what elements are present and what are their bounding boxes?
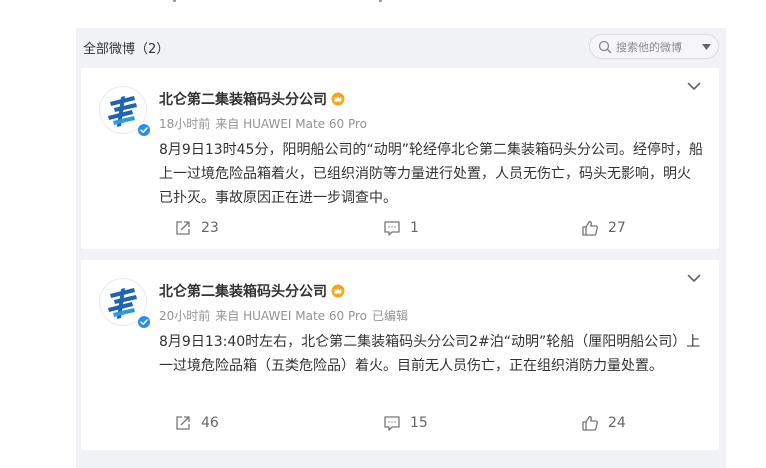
verified-badge-icon	[137, 123, 151, 137]
post-meta: 20小时前 来自 HUAWEI Mate 60 Pro 已编辑	[159, 307, 413, 324]
post-source: 来自 HUAWEI Mate 60 Pro	[215, 117, 367, 131]
post-actions: 46 15 24	[81, 411, 719, 435]
feed-filter-bar: 全部微博（2）	[76, 28, 726, 64]
share-icon	[176, 221, 190, 235]
chevron-down-icon[interactable]	[687, 274, 701, 283]
comment-icon	[384, 221, 400, 236]
like-icon	[582, 220, 598, 236]
crown-icon	[331, 92, 345, 106]
scroll-remnant-mark	[173, 0, 176, 2]
search-icon	[598, 40, 612, 54]
post-time[interactable]: 18小时前	[159, 117, 210, 131]
post-card: 北仑第二集装箱码头分公司 18小时前 来自 HUAWEI Mate 60 Pro …	[81, 68, 719, 249]
all-posts-title[interactable]: 全部微博（2）	[83, 38, 169, 57]
search-input[interactable]	[616, 38, 694, 56]
top-remnant	[76, 0, 726, 8]
comment-button[interactable]: 1	[383, 216, 419, 240]
share-count: 46	[201, 415, 219, 431]
user-name[interactable]: 北仑第二集装箱码头分公司	[159, 89, 327, 109]
share-icon	[176, 416, 190, 430]
scroll-remnant-mark	[379, 0, 382, 2]
comment-icon	[384, 416, 400, 431]
chevron-down-icon[interactable]	[687, 82, 701, 91]
like-count: 27	[608, 220, 626, 236]
share-count: 23	[201, 220, 219, 236]
comment-button[interactable]: 15	[383, 411, 428, 435]
user-name[interactable]: 北仑第二集装箱码头分公司	[159, 281, 327, 301]
post-text: 8月9日13:40时左右，北仑第二集装箱码头分公司2#泊“动明”轮船（厘阳明船公…	[159, 334, 701, 374]
crown-icon	[331, 284, 345, 298]
like-count: 24	[608, 415, 626, 431]
post-time[interactable]: 20小时前	[159, 309, 210, 323]
verified-badge-icon	[137, 315, 151, 329]
comment-count: 1	[410, 220, 419, 236]
post-meta: 18小时前 来自 HUAWEI Mate 60 Pro	[159, 115, 377, 132]
post-source: 来自 HUAWEI Mate 60 Pro	[215, 309, 367, 323]
feed-column: 全部微博（2） 北仑第二集装	[76, 28, 726, 468]
name-row: 北仑第二集装箱码头分公司	[159, 282, 345, 300]
edited-label: 已编辑	[372, 309, 409, 323]
post-actions: 23 1 27	[81, 216, 719, 240]
name-row: 北仑第二集装箱码头分公司	[159, 90, 345, 108]
share-button[interactable]: 23	[174, 216, 219, 240]
post-card: 北仑第二集装箱码头分公司 20小时前 来自 HUAWEI Mate 60 Pro 已…	[81, 260, 719, 450]
like-button[interactable]: 27	[581, 216, 626, 240]
dropdown-arrow-icon[interactable]	[702, 44, 711, 50]
search-box[interactable]	[589, 34, 719, 59]
post-text: 8月9日13时45分，阳明船公司的“动明”轮经停北仑第二集装箱码头分公司。经停时…	[159, 142, 703, 206]
like-icon	[582, 415, 598, 431]
like-button[interactable]: 24	[581, 411, 626, 435]
share-button[interactable]: 46	[174, 411, 219, 435]
comment-count: 15	[410, 415, 428, 431]
